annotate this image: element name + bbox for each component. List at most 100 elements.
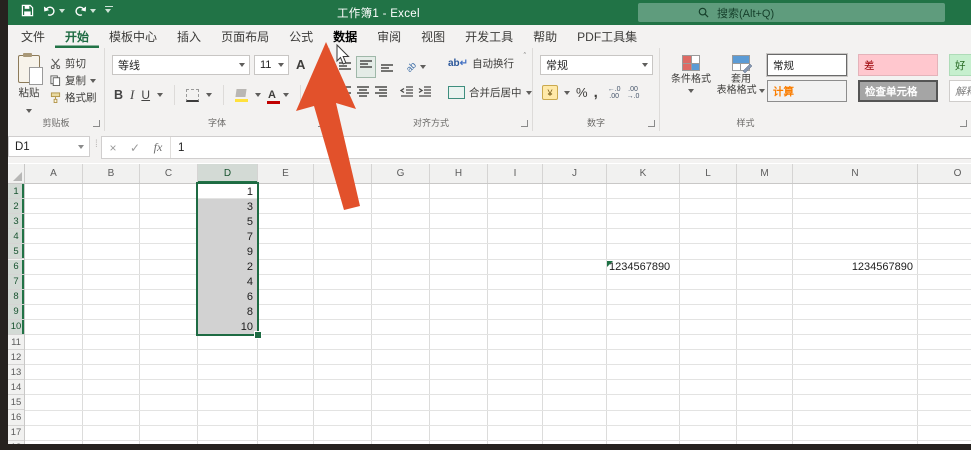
tab-模板中心[interactable]: 模板中心 xyxy=(99,25,167,48)
tab-开发工具[interactable]: 开发工具 xyxy=(455,25,523,48)
save-icon[interactable] xyxy=(21,4,34,17)
undo-button[interactable] xyxy=(43,5,65,17)
format-as-table-caret[interactable] xyxy=(759,89,766,93)
comma-style-icon[interactable]: , xyxy=(594,85,598,100)
percent-style-icon[interactable]: % xyxy=(576,85,588,100)
row-header-6[interactable]: 6 xyxy=(8,259,24,275)
row-header-9[interactable]: 9 xyxy=(8,304,24,320)
italic-button[interactable]: I xyxy=(130,87,134,103)
row-header-2[interactable]: 2 xyxy=(8,199,24,215)
row-header-7[interactable]: 7 xyxy=(8,274,24,290)
column-header-G[interactable]: G xyxy=(372,164,430,183)
column-header-C[interactable]: C xyxy=(140,164,198,183)
borders-icon[interactable] xyxy=(186,88,200,102)
cell-style-explain[interactable]: 解释 xyxy=(949,80,971,102)
font-dialog-launcher[interactable] xyxy=(318,120,325,127)
column-header-B[interactable]: B xyxy=(83,164,140,183)
undo-dropdown-caret[interactable] xyxy=(59,8,65,13)
fill-color-dropdown-caret[interactable] xyxy=(255,93,262,97)
paste-dropdown-caret[interactable] xyxy=(26,109,32,113)
cell-style-normal[interactable]: 常规 xyxy=(766,53,848,77)
increase-indent-icon[interactable] xyxy=(418,85,432,98)
search-box[interactable]: 搜索(Alt+Q) xyxy=(638,3,945,22)
row-header-12[interactable]: 12 xyxy=(8,350,24,366)
cells-area[interactable]: 1 3 5 7 9 2 4 6 8 10 1234567890 1234567890 xyxy=(25,182,971,450)
column-header-A[interactable]: A xyxy=(25,164,83,183)
align-center-icon[interactable] xyxy=(356,85,370,98)
cell-style-good[interactable]: 好 xyxy=(949,54,971,76)
tab-插入[interactable]: 插入 xyxy=(167,25,211,48)
cell-style-bad[interactable]: 差 xyxy=(858,54,938,76)
merge-center-button[interactable]: 合并后居中 xyxy=(448,85,532,100)
number-dialog-launcher[interactable] xyxy=(648,120,655,127)
number-format-combo[interactable]: 常规 xyxy=(540,55,653,75)
row-header-3[interactable]: 3 xyxy=(8,214,24,230)
column-header-O[interactable]: O xyxy=(918,164,971,183)
conditional-formatting-caret[interactable] xyxy=(688,89,694,93)
tab-页面布局[interactable]: 页面布局 xyxy=(211,25,279,48)
cut-button[interactable]: 剪切 xyxy=(50,57,97,70)
paste-button[interactable]: 粘贴 xyxy=(13,53,45,118)
redo-button[interactable] xyxy=(74,5,96,17)
copy-button[interactable]: 复制 xyxy=(50,74,97,87)
align-middle-icon[interactable] xyxy=(356,56,376,78)
enter-icon[interactable]: ✓ xyxy=(124,141,146,155)
tab-文件[interactable]: 文件 xyxy=(11,25,55,48)
clipboard-dialog-launcher[interactable] xyxy=(93,120,100,127)
column-header-D[interactable]: D xyxy=(198,164,258,183)
increase-decimal-icon[interactable]: ←.0.00 xyxy=(608,86,621,100)
underline-button[interactable]: U xyxy=(141,88,150,102)
formula-bar-grip[interactable]: ⁞ xyxy=(95,139,98,150)
cell-N6[interactable]: 1234567890 xyxy=(793,260,916,275)
column-header-F[interactable]: F xyxy=(314,164,372,183)
row-header-10[interactable]: 10 xyxy=(8,319,24,335)
row-header-4[interactable]: 4 xyxy=(8,229,24,245)
column-header-M[interactable]: M xyxy=(737,164,793,183)
column-header-K[interactable]: K xyxy=(607,164,680,183)
orientation-dropdown-caret[interactable] xyxy=(420,65,427,69)
insert-function-icon[interactable]: fx xyxy=(146,140,170,155)
alignment-dialog-launcher[interactable] xyxy=(521,120,528,127)
align-bottom-icon[interactable] xyxy=(380,61,394,74)
tab-审阅[interactable]: 审阅 xyxy=(367,25,411,48)
formula-input[interactable]: 1 xyxy=(173,142,184,154)
row-header-14[interactable]: 14 xyxy=(8,380,24,396)
customize-qat-button[interactable] xyxy=(105,5,113,13)
cell-style-check[interactable]: 检查单元格 xyxy=(858,80,938,102)
name-box-caret[interactable] xyxy=(78,144,84,149)
redo-dropdown-caret[interactable] xyxy=(90,8,96,13)
formula-bar[interactable]: × ✓ fx 1 xyxy=(101,136,971,159)
conditional-formatting-button[interactable]: 条件格式 xyxy=(668,55,714,96)
tab-视图[interactable]: 视图 xyxy=(411,25,455,48)
column-header-L[interactable]: L xyxy=(680,164,737,183)
tab-开始[interactable]: 开始 xyxy=(55,25,99,48)
fill-handle[interactable] xyxy=(254,331,262,339)
column-header-E[interactable]: E xyxy=(258,164,314,183)
underline-dropdown-caret[interactable] xyxy=(157,93,164,97)
styles-dialog-launcher[interactable] xyxy=(960,120,967,127)
decrease-indent-icon[interactable] xyxy=(400,85,414,98)
bold-button[interactable]: B xyxy=(114,88,123,102)
tab-帮助[interactable]: 帮助 xyxy=(523,25,567,48)
accounting-dropdown-caret[interactable] xyxy=(564,90,570,95)
format-as-table-button[interactable]: 套用 表格格式 xyxy=(716,55,766,96)
wrap-text-button[interactable]: ab↵ 自动换行 xyxy=(448,56,514,71)
phonetic-guide-icon[interactable]: win 文 xyxy=(312,86,326,104)
decrease-decimal-icon[interactable]: .00 →.0 xyxy=(627,86,640,100)
row-header-1[interactable]: 1 xyxy=(8,184,24,200)
name-box[interactable]: D1 xyxy=(8,136,90,157)
cancel-icon[interactable]: × xyxy=(102,141,124,155)
orientation-icon[interactable]: ab xyxy=(404,60,418,74)
accounting-format-icon[interactable]: ¥ xyxy=(542,85,558,100)
cell-style-calc[interactable]: 计算 xyxy=(767,80,847,102)
row-header-17[interactable]: 17 xyxy=(8,426,24,441)
cell-K6[interactable]: 1234567890 xyxy=(607,260,678,275)
select-all-button[interactable] xyxy=(8,164,25,184)
font-color-dropdown-caret[interactable] xyxy=(283,93,289,97)
borders-dropdown-caret[interactable] xyxy=(206,93,213,97)
align-top-icon[interactable] xyxy=(338,61,352,74)
merge-center-dropdown-caret[interactable] xyxy=(525,90,532,95)
column-header-N[interactable]: N xyxy=(793,164,918,183)
row-header-13[interactable]: 13 xyxy=(8,365,24,381)
column-header-I[interactable]: I xyxy=(488,164,543,183)
